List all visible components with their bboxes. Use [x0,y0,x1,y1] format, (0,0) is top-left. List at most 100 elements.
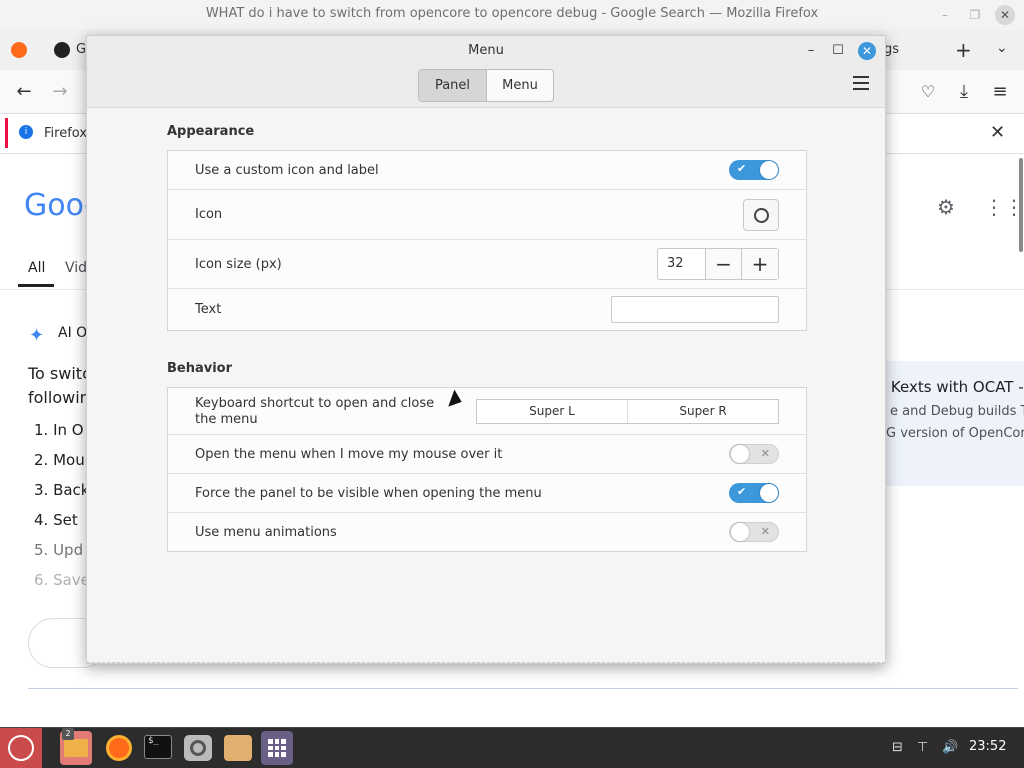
shortcut-label: Keyboard shortcut to open and close the … [195,396,435,427]
firefox-view-icon[interactable] [11,42,27,58]
pocket-icon[interactable]: ♡ [916,80,940,104]
browser-window-title: WHAT do i have to switch from opencore t… [205,6,819,21]
tab-all[interactable]: All [28,260,45,276]
result-snippet-line: G version of OpenCore [886,426,1024,441]
force-panel-toggle[interactable]: ✔ [729,483,779,503]
animations-toggle[interactable]: ✕ [729,522,779,542]
notification-accent [5,118,8,148]
page-switcher: Panel Menu [418,69,554,102]
icon-chooser-button[interactable] [743,199,779,231]
result-title[interactable]: l Kexts with OCAT - [882,378,1024,396]
volume-icon[interactable]: 🔊 [942,740,958,755]
mint-logo-icon [754,208,769,223]
icon-size-row: Icon size (px) 32 − + [168,240,806,289]
box-icon [224,735,252,761]
downloads-icon[interactable]: ⤓ [952,80,976,104]
folder-icon [64,739,88,757]
archive-app-button[interactable] [222,731,254,765]
shortcut-secondary[interactable]: Super R [628,400,778,423]
shortcut-primary[interactable]: Super L [477,400,628,423]
hover-row: Open the menu when I move my mouse over … [168,435,806,474]
mint-menu-button[interactable] [0,728,42,768]
toggle-knob [731,523,749,541]
custom-icon-toggle[interactable]: ✔ [729,160,779,180]
tab-label-fragment-right[interactable]: gs [884,42,899,57]
divider [28,688,1018,689]
settings-app-button[interactable] [261,731,293,765]
maximize-icon[interactable]: ❐ [965,5,985,25]
clock[interactable]: 23:52 [969,739,1006,754]
shortcut-chooser: Super L Super R [476,399,779,424]
hover-label: Open the menu when I move my mouse over … [195,447,503,462]
minimize-icon[interactable]: – [802,42,820,60]
toggle-knob [760,161,778,179]
step-item: 5. Upd [34,541,84,559]
result-snippet-line: e and Debug builds To [890,404,1024,419]
behavior-section-title: Behavior [167,361,233,376]
dialog-bottom-edge [87,662,885,663]
icon-size-value[interactable]: 32 [658,249,706,279]
app-menu-icon[interactable]: ≡ [988,80,1012,104]
x-icon: ✕ [760,525,770,538]
appearance-section-title: Appearance [167,124,255,139]
force-panel-label: Force the panel to be visible when openi… [195,486,542,501]
notification-text: Firefox [44,126,88,141]
text-field[interactable] [611,296,779,323]
appearance-card: Use a custom icon and label ✔ Icon Icon … [167,150,807,331]
firefox-icon [106,735,132,761]
tab-all-underline [18,284,54,287]
check-icon: ✔ [737,162,747,175]
animations-label: Use menu animations [195,525,337,540]
toggle-knob [760,484,778,502]
toggle-knob [731,445,749,463]
shortcut-row: Keyboard shortcut to open and close the … [168,388,806,435]
dialog-header: Menu – ☐ ✕ Panel Menu [87,36,885,108]
hover-toggle[interactable]: ✕ [729,444,779,464]
maximize-icon[interactable]: ☐ [829,42,847,60]
page-scrollbar[interactable] [1019,158,1023,252]
notification-close-icon[interactable]: ✕ [990,122,1005,143]
x-icon: ✕ [760,447,770,460]
behavior-card: Keyboard shortcut to open and close the … [167,387,807,552]
step-item: 3. Back [34,481,90,499]
minimize-icon[interactable]: – [935,5,955,25]
tab-videos[interactable]: Vid [65,260,87,276]
icon-size-label: Icon size (px) [195,257,282,272]
check-icon: ✔ [737,485,747,498]
decrease-icon[interactable]: − [706,249,742,279]
force-panel-row: Force the panel to be visible when openi… [168,474,806,513]
text-label: Text [195,302,222,317]
ai-overview-label: AI O [58,325,88,341]
ai-sparkle-icon: ✦ [29,325,45,346]
increase-icon[interactable]: + [742,249,778,279]
close-icon[interactable]: ✕ [995,5,1015,25]
icon-row: Icon [168,190,806,240]
back-icon[interactable]: ← [12,80,36,104]
custom-icon-row: Use a custom icon and label ✔ [168,151,806,190]
step-item: 1. In O [34,421,84,439]
settings-icon[interactable]: ⚙ [937,195,955,219]
hamburger-menu-icon[interactable] [853,76,869,90]
network-icon[interactable]: ⊤ [917,740,928,755]
tab-panel[interactable]: Panel [419,70,487,101]
app-grid-icon [268,739,286,757]
github-icon[interactable] [54,42,70,58]
window-count-badge: 2 [62,728,74,740]
forward-icon[interactable]: → [48,80,72,104]
browser-titlebar: WHAT do i have to switch from opencore t… [0,0,1024,30]
new-tab-icon[interactable]: + [955,38,972,62]
disks-app-button[interactable] [182,731,214,765]
apps-grid-icon[interactable]: ⋮⋮ [984,195,1024,219]
terminal-app-button[interactable]: $_ [142,731,174,765]
close-icon[interactable]: ✕ [858,42,876,60]
tab-menu[interactable]: Menu [487,70,553,101]
step-item: 2. Mou [34,451,85,469]
tab-list-icon[interactable]: ⌄ [996,40,1008,56]
firefox-app-button[interactable] [103,731,135,765]
tab-label-fragment[interactable]: G [76,42,86,57]
mint-logo-icon [8,735,34,761]
update-manager-icon[interactable]: ⊟ [892,740,903,755]
step-item: 4. Set [34,511,78,529]
taskbar: $_ ⊟ ⊤ 🔊 23:52 [0,727,1024,768]
animations-row: Use menu animations ✕ [168,513,806,551]
